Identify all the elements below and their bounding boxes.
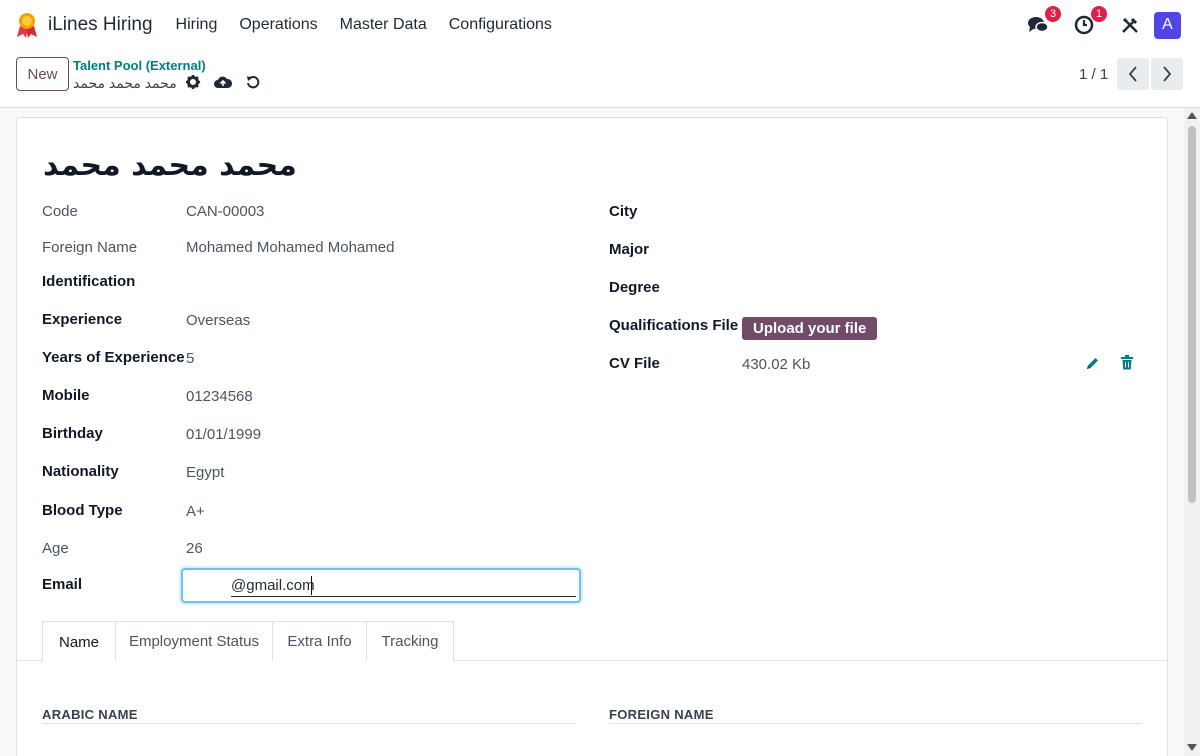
messages-button[interactable]: 3 [1026,5,1062,37]
record-title[interactable]: محمد محمد محمد [43,148,297,183]
label-degree: Degree [609,279,660,296]
main-menu: Hiring Operations Master Data Configurat… [165,16,563,34]
label-blood-type: Blood Type [42,502,123,519]
value-mobile[interactable]: 01234568 [186,388,253,405]
label-nationality: Nationality [42,463,119,480]
breadcrumb-parent-link[interactable]: Talent Pool (External) [73,58,206,73]
record-actions [186,75,274,89]
pager-next-button[interactable] [1151,58,1183,90]
activities-count-badge: 1 [1090,5,1108,23]
systray: 3 1 A [1026,0,1200,50]
debug-tools-button[interactable] [1118,13,1142,37]
section-divider [609,723,1142,724]
trash-icon[interactable] [1120,355,1134,374]
gear-icon[interactable] [186,75,200,89]
section-divider [42,723,576,724]
upload-file-button[interactable]: Upload your file [742,317,878,340]
label-qualifications-file: Qualifications File [609,317,739,334]
tab-name[interactable]: Name [42,621,116,662]
brand[interactable]: iLines Hiring [16,12,153,38]
tab-tracking[interactable]: Tracking [366,621,454,661]
scroll-down-arrow-icon[interactable] [1187,744,1197,751]
label-experience: Experience [42,311,123,328]
breadcrumb-current: محمد محمد محمد [73,75,177,91]
label-email: Email [42,576,83,593]
tab-extra-info[interactable]: Extra Info [272,621,367,661]
value-experience[interactable]: Overseas [186,312,250,329]
tools-icon [1122,17,1138,33]
label-city: City [609,203,638,220]
email-underline [231,596,576,597]
menu-item-hiring[interactable]: Hiring [165,16,229,34]
label-mobile: Mobile [42,387,90,404]
chevron-right-icon [1163,66,1172,82]
ribbon-award-icon [16,12,38,38]
value-nationality[interactable]: Egypt [186,464,224,481]
form-sheet: محمد محمد محمد Code CAN-00003 Foreign Na… [16,117,1168,756]
value-foreign-name: Mohamed Mohamed Mohamed [186,239,395,256]
messages-count-badge: 3 [1044,5,1062,23]
notebook-tabs: Name Employment Status Extra Info Tracki… [17,621,1167,662]
value-age: 26 [186,540,203,557]
label-code: Code [42,203,78,220]
scroll-up-arrow-icon[interactable] [1187,112,1197,119]
value-birthday[interactable]: 01/01/1999 [186,426,261,443]
value-blood-type[interactable]: A+ [186,503,205,520]
activities-button[interactable]: 1 [1072,5,1108,37]
value-years-of-experience[interactable]: 5 [186,350,194,367]
label-years-of-experience: Years of Experience [42,349,185,366]
menu-item-master-data[interactable]: Master Data [329,16,438,34]
label-cv-file: CV File [609,355,660,372]
cloud-upload-icon[interactable] [214,75,232,89]
undo-icon[interactable] [246,75,260,89]
new-button[interactable]: New [16,57,69,91]
user-avatar[interactable]: A [1154,11,1181,39]
label-identification: Identification [42,273,136,290]
pencil-icon[interactable] [1085,356,1100,375]
tab-employment-status[interactable]: Employment Status [115,621,273,661]
control-panel: New Talent Pool (External) محمد محمد محم… [0,50,1200,108]
label-birthday: Birthday [42,425,103,442]
top-navbar: iLines Hiring Hiring Operations Master D… [0,0,1200,50]
section-arabic-name: ARABIC NAME [42,707,138,722]
form-view: محمد محمد محمد Code CAN-00003 Foreign Na… [0,108,1184,756]
email-value: @gmail.com [231,577,315,594]
text-caret [311,576,312,595]
value-cv-file[interactable]: 430.02 Kb [742,356,810,373]
label-foreign-name: Foreign Name [42,239,138,256]
menu-item-configurations[interactable]: Configurations [438,16,563,34]
value-code: CAN-00003 [186,203,265,220]
section-foreign-name: FOREIGN NAME [609,707,714,722]
scrollbar-thumb[interactable] [1188,126,1196,503]
label-age: Age [42,540,69,557]
chevron-left-icon [1128,66,1137,82]
pager-value[interactable]: 1 / 1 [1079,66,1108,83]
email-field[interactable]: @gmail.com [181,568,581,603]
label-major: Major [609,241,650,258]
menu-item-operations[interactable]: Operations [228,16,328,34]
pager-previous-button[interactable] [1117,58,1149,90]
app-name: iLines Hiring [48,14,153,35]
